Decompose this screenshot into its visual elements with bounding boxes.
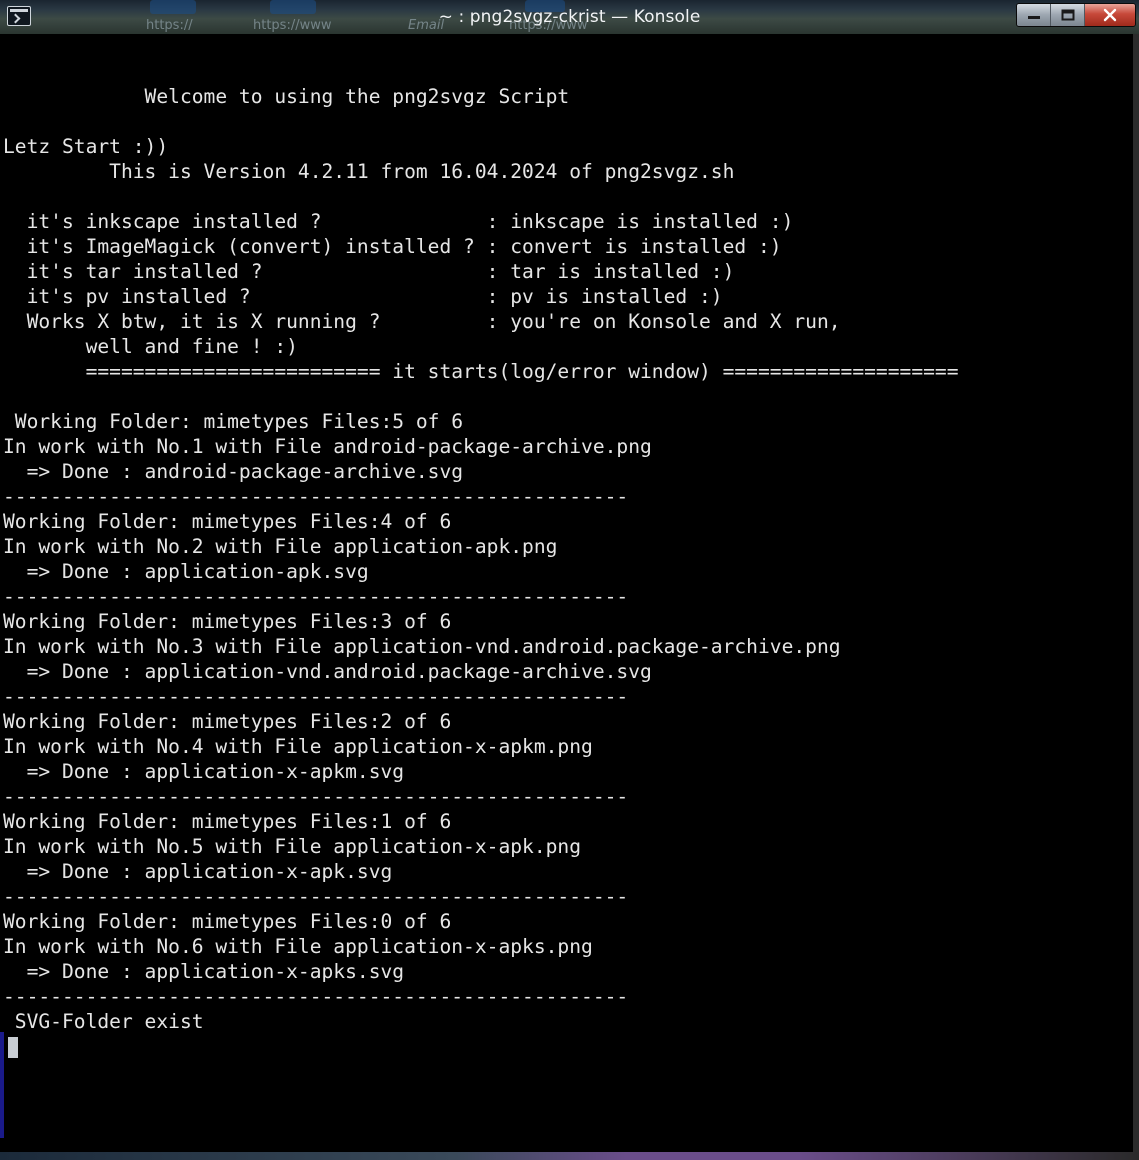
close-icon	[1103, 8, 1117, 22]
terminal-line: In work with No.6 with File application-…	[3, 935, 593, 958]
terminal-line: Working Folder: mimetypes Files:2 of 6	[3, 710, 452, 733]
maximize-button[interactable]	[1051, 4, 1085, 26]
desktop-background-edge	[1133, 30, 1139, 1152]
terminal-line: it's pv installed ? : pv is installed :)	[3, 285, 723, 308]
terminal-line: ----------------------------------------…	[3, 985, 629, 1008]
terminal-line: well and fine ! :)	[3, 335, 298, 358]
maximize-icon	[1061, 9, 1074, 21]
terminal-line: Working Folder: mimetypes Files:0 of 6	[3, 910, 452, 933]
terminal-line: => Done : application-vnd.android.packag…	[3, 660, 652, 683]
terminal-line: In work with No.1 with File android-pack…	[3, 435, 652, 458]
text-cursor	[8, 1037, 18, 1058]
terminal-line: ----------------------------------------…	[3, 885, 629, 908]
terminal-line: Working Folder: mimetypes Files:5 of 6	[3, 410, 464, 433]
window-titlebar[interactable]: https:// https://www Email https://www ~…	[0, 0, 1139, 34]
terminal-line: it's ImageMagick (convert) installed ? :…	[3, 235, 782, 258]
terminal-line: => Done : application-x-apk.svg	[3, 860, 393, 883]
terminal-line: Working Folder: mimetypes Files:1 of 6	[3, 810, 452, 833]
terminal-line: ----------------------------------------…	[3, 685, 629, 708]
terminal-line: it's inkscape installed ? : inkscape is …	[3, 210, 794, 233]
terminal-line: Working Folder: mimetypes Files:3 of 6	[3, 610, 452, 633]
desktop-taskbar-edge	[0, 1152, 1139, 1160]
window-title: ~ : png2svgz-ckrist — Konsole	[438, 7, 701, 27]
terminal-line: ----------------------------------------…	[3, 585, 629, 608]
terminal-line: In work with No.4 with File application-…	[3, 735, 593, 758]
terminal-line: This is Version 4.2.11 from 16.04.2024 o…	[3, 160, 735, 183]
minimize-icon	[1027, 16, 1040, 19]
terminal-line: => Done : android-package-archive.svg	[3, 460, 464, 483]
terminal-line: SVG-Folder exist	[3, 1010, 204, 1033]
terminal-output[interactable]: Welcome to using the png2svgz Script Let…	[3, 34, 1133, 1152]
terminal-line: ----------------------------------------…	[3, 785, 629, 808]
terminal-line: => Done : application-apk.svg	[3, 560, 369, 583]
terminal-line: it's tar installed ? : tar is installed …	[3, 260, 735, 283]
terminal-line: In work with No.5 with File application-…	[3, 835, 582, 858]
terminal-line: Works X btw, it is X running ? : you're …	[3, 310, 841, 333]
terminal-line: In work with No.2 with File application-…	[3, 535, 558, 558]
terminal-line: Working Folder: mimetypes Files:4 of 6	[3, 510, 452, 533]
window-controls	[1016, 3, 1136, 27]
terminal-line: => Done : application-x-apkm.svg	[3, 760, 405, 783]
window-edge-accent	[0, 1032, 4, 1138]
terminal-line: Letz Start :))	[3, 135, 169, 158]
terminal-line: => Done : application-x-apks.svg	[3, 960, 405, 983]
minimize-button[interactable]	[1017, 4, 1051, 26]
terminal-line: ----------------------------------------…	[3, 485, 629, 508]
terminal-line: Welcome to using the png2svgz Script	[3, 85, 570, 108]
terminal-line: ========================= it starts(log/…	[3, 360, 959, 383]
terminal-line: In work with No.3 with File application-…	[3, 635, 841, 658]
close-button[interactable]	[1085, 4, 1135, 26]
